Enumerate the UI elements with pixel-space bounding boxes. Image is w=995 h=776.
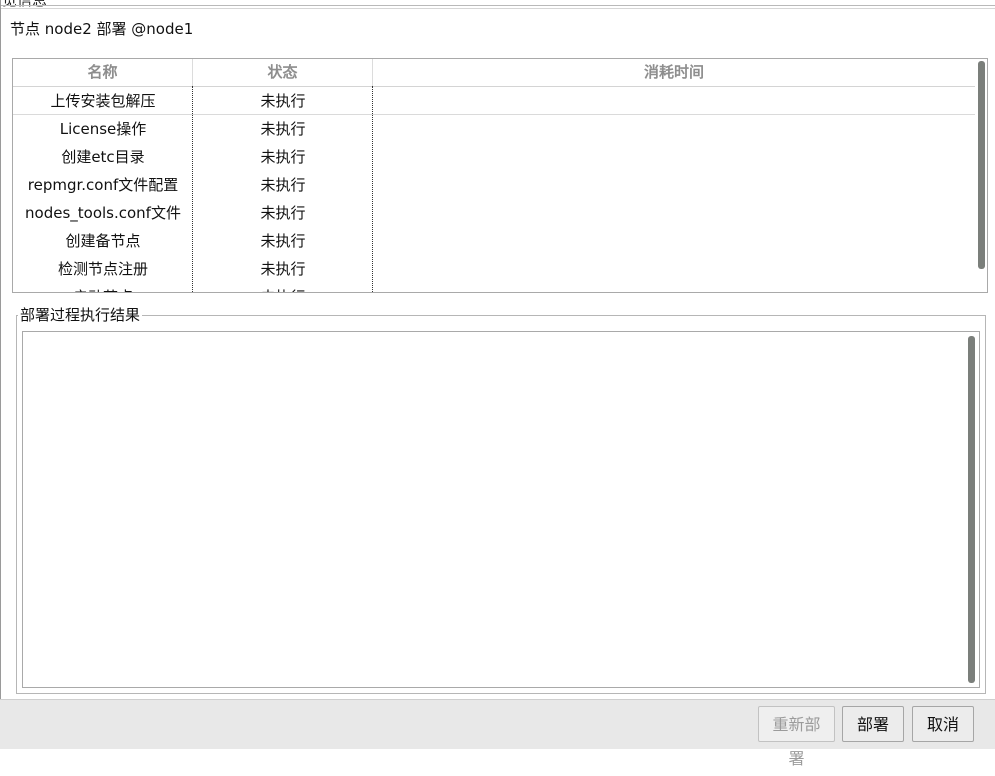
top-divider bbox=[0, 5, 995, 6]
cell-name: repmgr.conf文件配置 bbox=[27, 176, 179, 194]
result-group-title: 部署过程执行结果 bbox=[18, 305, 143, 325]
cell-time bbox=[373, 171, 975, 199]
cell-time bbox=[373, 283, 975, 292]
header-status[interactable]: 状态 bbox=[193, 59, 373, 86]
cancel-button[interactable]: 取消 bbox=[912, 706, 974, 742]
deploy-button[interactable]: 部署 bbox=[842, 706, 904, 742]
table-row[interactable]: 启动节点 未执行 bbox=[13, 283, 975, 292]
table-row[interactable]: 检测节点注册 未执行 bbox=[13, 255, 975, 283]
table-row[interactable]: 创建备节点 未执行 bbox=[13, 227, 975, 255]
cell-time bbox=[373, 115, 975, 143]
redeploy-button[interactable]: 重新部署 bbox=[758, 706, 835, 768]
cell-status: 未执行 bbox=[260, 204, 306, 222]
table-row[interactable]: nodes_tools.conf文件 未执行 bbox=[13, 199, 975, 227]
cell-status: 未执行 bbox=[260, 232, 306, 250]
table-row[interactable]: 创建etc目录 未执行 bbox=[13, 143, 975, 171]
cell-name: nodes_tools.conf文件 bbox=[25, 204, 181, 222]
result-scrollbar[interactable] bbox=[968, 336, 975, 683]
cell-name: License操作 bbox=[59, 120, 147, 138]
column-divider bbox=[192, 86, 193, 292]
header-name[interactable]: 名称 bbox=[13, 59, 193, 86]
result-log-textarea[interactable] bbox=[22, 331, 980, 688]
column-divider bbox=[372, 86, 373, 292]
node-deploy-title: 节点 node2 部署 @node1 bbox=[10, 20, 194, 38]
cell-time bbox=[373, 255, 975, 283]
cell-name: 上传安装包解压 bbox=[50, 92, 156, 110]
cell-time bbox=[373, 143, 975, 171]
table-scrollbar[interactable] bbox=[978, 61, 985, 269]
cell-status: 未执行 bbox=[260, 92, 306, 110]
table-row[interactable]: repmgr.conf文件配置 未执行 bbox=[13, 171, 975, 199]
cell-status: 未执行 bbox=[260, 148, 306, 166]
table-row[interactable]: License操作 未执行 bbox=[13, 115, 975, 143]
cell-status: 未执行 bbox=[193, 283, 373, 292]
cell-name: 创建备节点 bbox=[65, 232, 141, 250]
left-edge bbox=[0, 0, 1, 699]
cell-name: 创建etc目录 bbox=[61, 148, 145, 166]
cell-status: 未执行 bbox=[260, 260, 306, 278]
cell-status: 未执行 bbox=[260, 176, 306, 194]
cell-time bbox=[373, 87, 975, 115]
header-elapsed-time[interactable]: 消耗时间 bbox=[373, 59, 975, 86]
steps-table[interactable]: 名称 状态 消耗时间 上传安装包解压 未执行 License操作 未执行 创建e… bbox=[12, 58, 988, 293]
cell-time bbox=[373, 227, 975, 255]
cell-status: 未执行 bbox=[260, 120, 306, 138]
cell-name: 启动节点 bbox=[13, 283, 193, 292]
cell-name: 检测节点注册 bbox=[57, 260, 148, 278]
table-body: 上传安装包解压 未执行 License操作 未执行 创建etc目录 未执行 re… bbox=[13, 87, 975, 292]
table-row[interactable]: 上传安装包解压 未执行 bbox=[13, 87, 975, 115]
cell-time bbox=[373, 199, 975, 227]
top-divider-inner bbox=[0, 8, 995, 9]
button-bar: 重新部署 部署 取消 bbox=[0, 699, 995, 768]
table-header: 名称 状态 消耗时间 bbox=[13, 59, 975, 87]
